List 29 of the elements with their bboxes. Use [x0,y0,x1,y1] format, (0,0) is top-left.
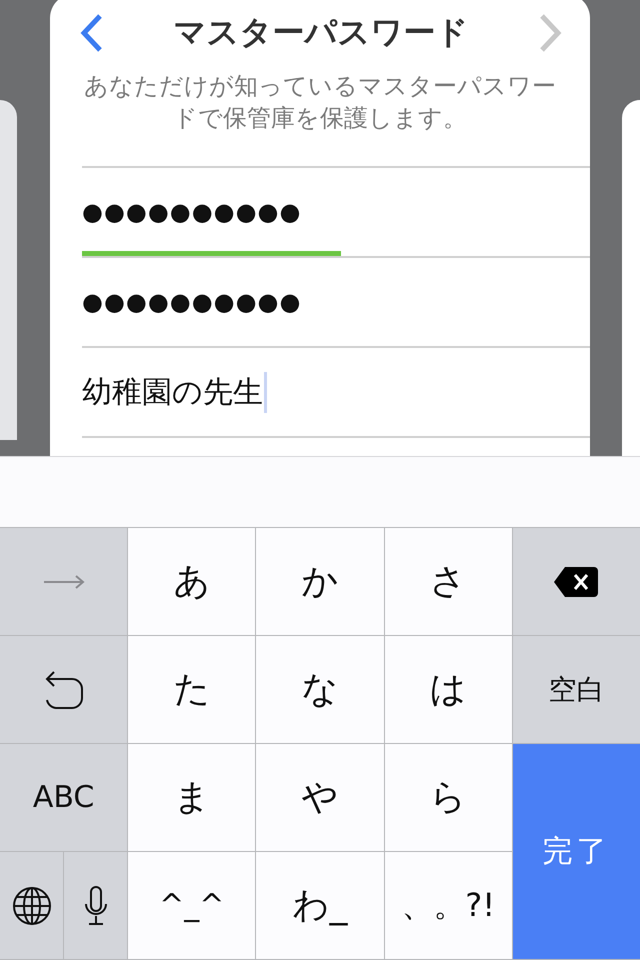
kana-key[interactable]: あ [128,528,256,635]
undo-icon [44,670,84,710]
kana-key[interactable]: ま [128,744,256,851]
delete-key[interactable] [512,528,640,635]
kana-key[interactable]: た [128,636,256,743]
kana-key[interactable]: は [384,636,512,743]
space-key[interactable]: 空白 [512,636,640,743]
password-field[interactable]: ●●●●●●●●●● [82,258,590,348]
kana-key[interactable]: 、。?! [384,852,512,959]
microphone-key[interactable] [64,852,128,959]
password-field[interactable]: ●●●●●●●●●● [82,168,590,258]
abc-key[interactable]: ABC [0,744,128,851]
hint-field[interactable]: 幼稚園の先生 [82,348,590,438]
microphone-icon [84,886,108,926]
arrow-right-icon [42,574,85,588]
screen-title: マスターパスワード [174,12,468,53]
kana-key[interactable]: な [256,636,384,743]
kana-key[interactable]: ^_^ [128,852,256,959]
globe-icon [12,886,52,926]
kana-key[interactable]: わ_ [256,852,384,959]
kana-key[interactable]: ら [384,744,512,851]
kana-key[interactable]: さ [384,528,512,635]
back-icon[interactable] [80,13,104,53]
kana-key[interactable]: や [256,744,384,851]
done-key[interactable]: 完了 [512,744,640,959]
globe-key[interactable] [0,852,64,959]
description-text: あなただけが知っているマスターパスワードで保管庫を保護します。 [83,71,557,134]
backspace-icon [553,566,600,598]
kana-key[interactable]: か [256,528,384,635]
